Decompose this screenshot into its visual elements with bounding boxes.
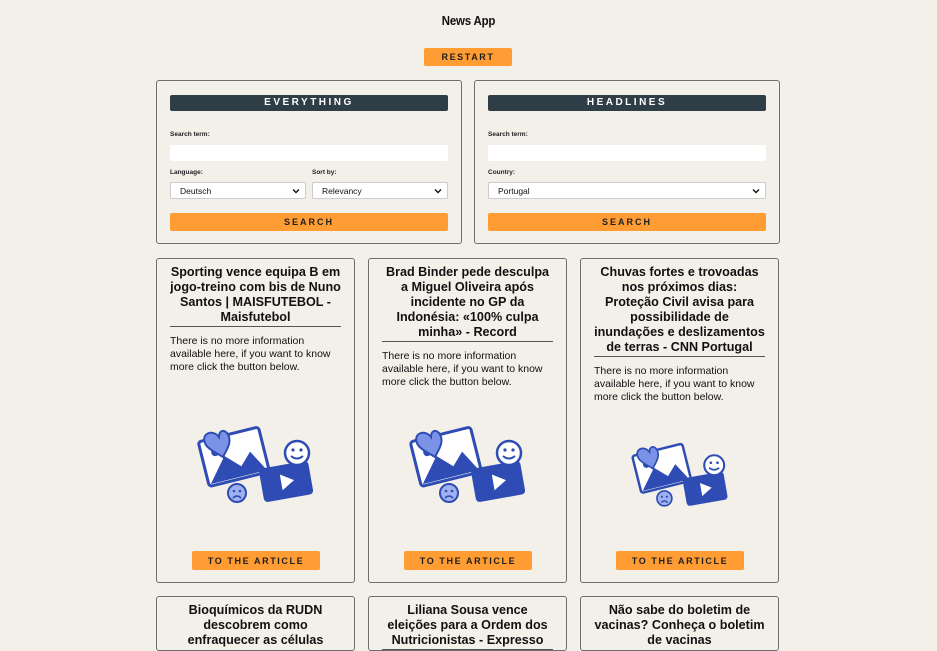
everything-panel: EVERYTHING Search term: Language: Deutsc… — [156, 80, 462, 244]
language-select[interactable]: Deutsch — [170, 182, 306, 199]
country-label: Country: — [488, 169, 516, 176]
country-select-value: Portugal — [498, 186, 530, 196]
chevron-down-icon — [292, 189, 300, 194]
sort-select-value: Relevancy — [322, 186, 362, 196]
search-term-label: Search term: — [170, 131, 210, 138]
media-emoji-illustration-icon — [631, 442, 728, 507]
article-title: Chuvas fortes e trovoadas nos próximos d… — [594, 265, 765, 357]
chevron-down-icon — [752, 189, 760, 194]
article-card: Sporting vence equipa B em jogo-treino c… — [156, 258, 355, 583]
search-term-label: Search term: — [488, 131, 528, 138]
article-card: Brad Binder pede desculpa a Miguel Olive… — [368, 258, 567, 583]
headlines-header: HEADLINES — [488, 95, 766, 111]
sort-label: Sort by: — [312, 169, 337, 176]
country-select[interactable]: Portugal — [488, 182, 766, 199]
chevron-down-icon — [434, 189, 442, 194]
everything-search-button[interactable]: SEARCH — [170, 213, 448, 231]
article-title: Bioquímicos da RUDN descobrem como enfra… — [187, 603, 324, 647]
article-title: Liliana Sousa vence eleições para a Orde… — [382, 603, 553, 650]
to-article-button[interactable]: TO THE ARTICLE — [616, 551, 744, 570]
language-select-value: Deutsch — [180, 186, 212, 196]
article-title: Não sabe do boletim de vacinas? Conheça … — [594, 603, 765, 647]
to-article-button[interactable]: TO THE ARTICLE — [192, 551, 320, 570]
everything-header: EVERYTHING — [170, 95, 448, 111]
to-article-button[interactable]: TO THE ARTICLE — [404, 551, 532, 570]
article-card: Liliana Sousa vence eleições para a Orde… — [368, 596, 567, 651]
app-title: News App — [441, 13, 496, 28]
article-card: Bioquímicos da RUDN descobrem como enfra… — [156, 596, 355, 651]
article-card: Não sabe do boletim de vacinas? Conheça … — [580, 596, 779, 651]
language-label: Language: — [170, 169, 203, 176]
sort-select[interactable]: Relevancy — [312, 182, 448, 199]
article-description: There is no more information available h… — [170, 335, 331, 373]
everything-search-input[interactable] — [170, 145, 448, 161]
article-description: There is no more information available h… — [382, 350, 543, 388]
article-description: There is no more information available h… — [594, 365, 755, 403]
media-emoji-illustration-icon — [197, 426, 314, 503]
article-title: Brad Binder pede desculpa a Miguel Olive… — [382, 265, 553, 342]
restart-button[interactable]: RESTART — [424, 48, 512, 66]
article-title: Sporting vence equipa B em jogo-treino c… — [170, 265, 341, 327]
headlines-search-button[interactable]: SEARCH — [488, 213, 766, 231]
media-emoji-illustration-icon — [409, 426, 526, 503]
article-card: Chuvas fortes e trovoadas nos próximos d… — [580, 258, 779, 583]
headlines-search-input[interactable] — [488, 145, 766, 161]
headlines-panel: HEADLINES Search term: Country: Portugal… — [474, 80, 780, 244]
